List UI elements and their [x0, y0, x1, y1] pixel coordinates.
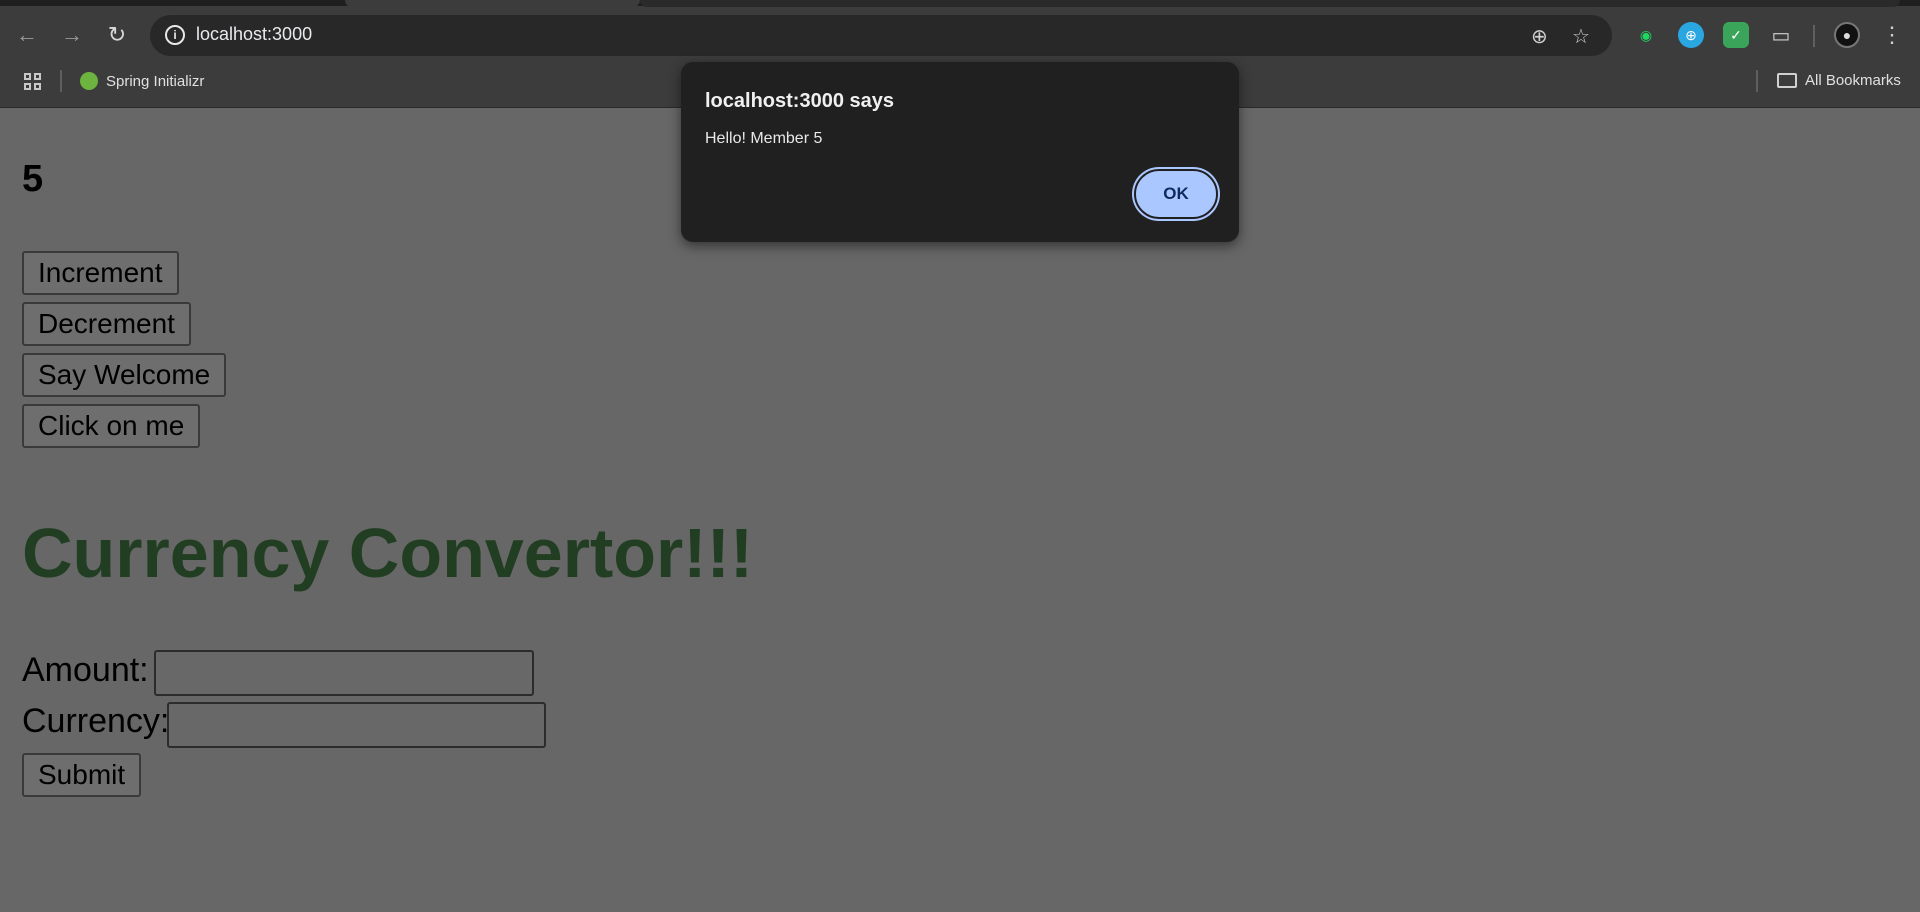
amount-label: Amount:	[22, 651, 149, 689]
currency-convertor-heading: Currency Convertor!!!	[22, 514, 754, 592]
address-bar[interactable]	[150, 15, 1612, 56]
extensions-puzzle-icon[interactable]: ▭	[1768, 22, 1794, 48]
all-bookmarks-button[interactable]: All Bookmarks	[1777, 72, 1901, 89]
currency-input[interactable]	[167, 702, 546, 748]
dialog-message: Hello! Member 5	[705, 130, 823, 147]
decrement-button[interactable]: Decrement	[22, 302, 191, 346]
dialog-title: localhost:3000 says	[705, 90, 894, 112]
site-info-icon[interactable]: i	[165, 25, 185, 45]
apps-grid-icon[interactable]	[24, 73, 42, 91]
back-icon[interactable]: ←	[10, 18, 44, 52]
ok-button[interactable]: OK	[1134, 169, 1218, 219]
counter-value: 5	[22, 158, 44, 200]
extension-globe-icon[interactable]: ⊕	[1678, 22, 1704, 48]
spring-leaf-icon	[80, 72, 98, 90]
say-welcome-button[interactable]: Say Welcome	[22, 353, 227, 397]
extension-shield-icon[interactable]: ✓	[1723, 22, 1749, 48]
address-bar-url[interactable]: localhost:3000	[196, 24, 312, 45]
bookmark-spring-initializr[interactable]: Spring Initializr	[80, 72, 204, 90]
amount-input[interactable]	[154, 650, 534, 696]
zoom-icon[interactable]: ⊕	[1531, 24, 1548, 49]
forward-icon[interactable]: →	[55, 18, 89, 52]
extension-eye-icon[interactable]: ◉	[1633, 22, 1659, 48]
increment-button[interactable]: Increment	[22, 251, 179, 295]
alert-dialog: localhost:3000 says Hello! Member 5 OK	[681, 62, 1239, 242]
folder-icon	[1777, 73, 1797, 88]
all-bookmarks-label: All Bookmarks	[1805, 72, 1901, 89]
submit-button[interactable]: Submit	[22, 753, 142, 797]
bookmark-star-icon[interactable]: ☆	[1572, 24, 1590, 49]
currency-label: Currency:	[22, 702, 170, 740]
active-tab[interactable]	[345, 0, 640, 7]
inactive-tab[interactable]	[640, 0, 1900, 7]
profile-avatar[interactable]: ●	[1834, 22, 1860, 48]
bookmarks-divider	[60, 70, 62, 92]
reload-icon[interactable]: ↻	[100, 18, 134, 52]
click-on-me-button[interactable]: Click on me	[22, 404, 201, 448]
menu-kebab-icon[interactable]: ⋮	[1879, 22, 1905, 48]
toolbar-divider	[1813, 25, 1815, 47]
bookmarks-divider-right	[1756, 70, 1758, 92]
bookmark-label: Spring Initializr	[106, 72, 205, 90]
